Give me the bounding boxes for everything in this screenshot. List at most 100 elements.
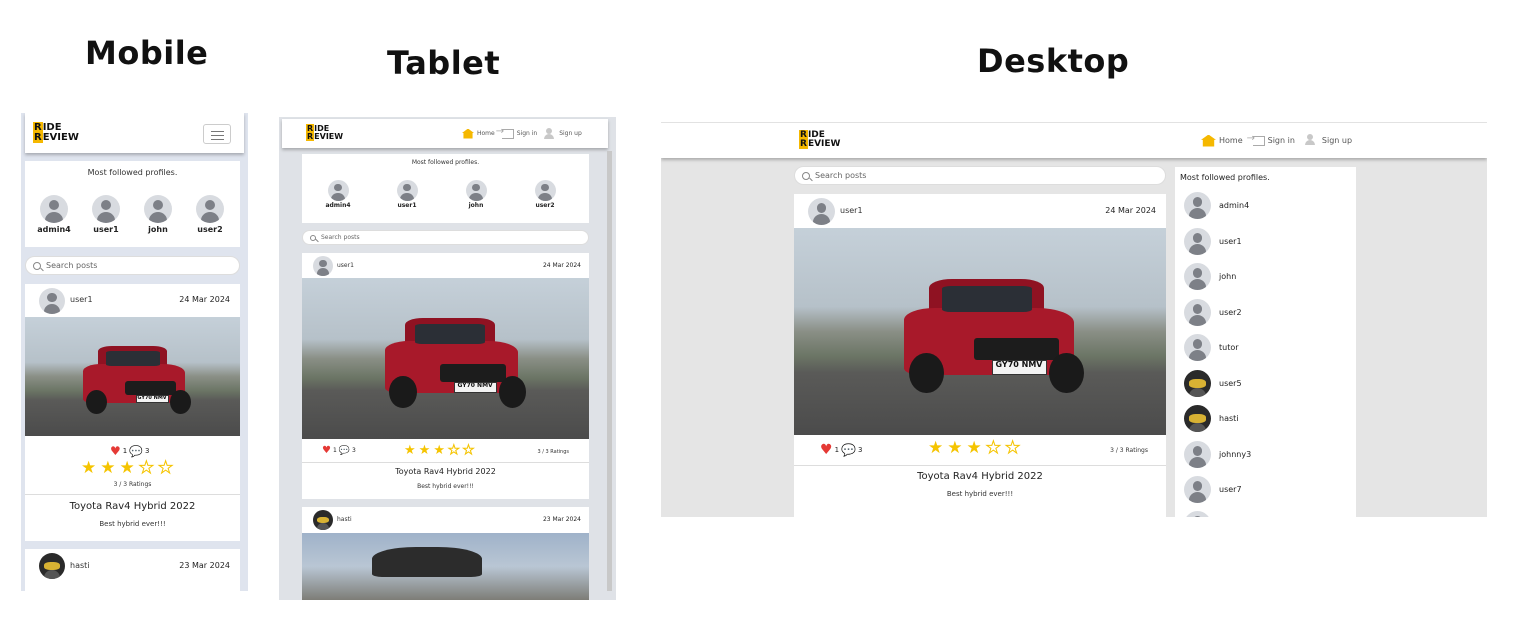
star-icon[interactable]: ★ bbox=[947, 440, 962, 457]
avatar bbox=[396, 180, 418, 201]
owner-avatar[interactable] bbox=[313, 510, 333, 530]
brand-logo[interactable]: RIDE REVIEW bbox=[33, 122, 79, 143]
profile-admin4[interactable]: admin4 bbox=[37, 195, 71, 234]
nav-signin[interactable]: Sign in bbox=[1247, 133, 1295, 146]
like-heart-icon[interactable]: ♥ bbox=[820, 442, 833, 458]
profile-user2[interactable]: user2 bbox=[1184, 299, 1242, 326]
car-image bbox=[372, 547, 482, 577]
post-card: hasti 23 Mar 2024 bbox=[302, 507, 589, 600]
brand-logo[interactable]: RIDE REVIEW bbox=[306, 124, 343, 141]
nav-home[interactable]: Home bbox=[462, 128, 495, 139]
star-icon[interactable]: ★ bbox=[928, 440, 943, 457]
post-card: user1 24 Mar 2024 GY70 NMV ♥ 1 💬 3 ★ ★ ★… bbox=[302, 253, 589, 499]
profile-admin4[interactable]: admin4 bbox=[325, 180, 351, 209]
avatar bbox=[1184, 228, 1211, 255]
search-input[interactable]: Search posts bbox=[794, 166, 1166, 185]
owner-avatar[interactable] bbox=[39, 553, 65, 579]
nav-signup[interactable]: Sign up bbox=[544, 128, 582, 139]
rating-stars[interactable]: ★ ★ ★ ★ ★ bbox=[81, 459, 174, 477]
avatar bbox=[1184, 334, 1211, 361]
star-icon[interactable]: ★ bbox=[462, 444, 475, 458]
post-image[interactable]: GY70 NMV bbox=[25, 317, 240, 436]
profile-partial[interactable] bbox=[1184, 511, 1211, 517]
profile-john[interactable]: john bbox=[464, 180, 488, 209]
post-content: Best hybrid ever!!! bbox=[417, 483, 474, 490]
like-heart-icon[interactable]: ♥ bbox=[322, 445, 331, 456]
post-image[interactable] bbox=[302, 533, 589, 600]
search-input[interactable]: Search posts bbox=[302, 230, 589, 245]
like-heart-icon[interactable]: ♥ bbox=[110, 444, 121, 458]
post-content: Best hybrid ever!!! bbox=[99, 520, 166, 528]
popular-profiles-card: Most followed profiles. admin4 user1 joh… bbox=[302, 154, 589, 223]
popular-profiles-title: Most followed profiles. bbox=[411, 159, 480, 166]
navbar: RIDE REVIEW Home Sign in Sign up bbox=[661, 123, 1487, 158]
profile-user1[interactable]: user1 bbox=[1184, 228, 1242, 255]
profile-admin4[interactable]: admin4 bbox=[1184, 192, 1249, 219]
post-title: Toyota Rav4 Hybrid 2022 bbox=[917, 471, 1043, 482]
star-icon[interactable]: ★ bbox=[967, 440, 982, 457]
profile-user7[interactable]: user7 bbox=[1184, 476, 1242, 503]
profile-tutor[interactable]: tutor bbox=[1184, 334, 1239, 361]
owner-avatar[interactable] bbox=[313, 256, 333, 276]
post-owner[interactable]: user1 bbox=[840, 206, 863, 215]
nav-signin[interactable]: Sign in bbox=[496, 126, 537, 139]
profile-johnny3[interactable]: johnny3 bbox=[1184, 441, 1251, 468]
hamburger-menu-button[interactable] bbox=[203, 124, 231, 144]
star-icon[interactable]: ★ bbox=[447, 444, 460, 458]
star-icon[interactable]: ★ bbox=[157, 459, 173, 477]
star-icon[interactable]: ★ bbox=[404, 444, 416, 457]
comments-icon[interactable]: 💬 bbox=[129, 445, 143, 458]
divider bbox=[25, 494, 240, 495]
star-icon[interactable]: ★ bbox=[120, 460, 135, 477]
profile-user5[interactable]: user5 bbox=[1184, 370, 1242, 397]
rating-stars[interactable]: ★ ★ ★ ★ ★ bbox=[928, 439, 1021, 457]
search-icon bbox=[802, 171, 810, 180]
profile-user1[interactable]: user1 bbox=[395, 180, 419, 209]
nav-signup[interactable]: Sign up bbox=[1304, 134, 1352, 147]
mobile-heading: Mobile bbox=[85, 34, 209, 72]
car-image: GY70 NMV bbox=[874, 238, 1124, 423]
home-icon bbox=[1201, 134, 1216, 147]
nav-home[interactable]: Home bbox=[1201, 134, 1243, 147]
star-icon[interactable]: ★ bbox=[81, 460, 96, 477]
profile-user2[interactable]: user2 bbox=[533, 180, 557, 209]
star-icon[interactable]: ★ bbox=[100, 460, 115, 477]
star-icon[interactable]: ★ bbox=[985, 439, 1001, 457]
avatar bbox=[40, 195, 68, 223]
profile-user1[interactable]: user1 bbox=[91, 195, 121, 234]
profile-user2[interactable]: user2 bbox=[195, 195, 225, 234]
comments-icon[interactable]: 💬 bbox=[339, 446, 350, 456]
popular-profiles-title: Most followed profiles. bbox=[87, 168, 178, 177]
post-owner[interactable]: hasti bbox=[70, 561, 90, 570]
star-icon[interactable]: ★ bbox=[1004, 439, 1020, 457]
search-icon bbox=[310, 234, 316, 241]
desktop-heading: Desktop bbox=[977, 42, 1130, 80]
avatar bbox=[1184, 299, 1211, 326]
post-owner[interactable]: user1 bbox=[337, 262, 354, 269]
post-owner[interactable]: hasti bbox=[337, 516, 352, 523]
owner-avatar[interactable] bbox=[808, 198, 835, 225]
post-image[interactable]: GY70 NMV bbox=[794, 228, 1166, 435]
avatar bbox=[465, 180, 487, 201]
post-image[interactable]: GY70 NMV bbox=[302, 278, 589, 439]
comments-icon[interactable]: 💬 bbox=[841, 443, 856, 457]
star-icon[interactable]: ★ bbox=[419, 444, 431, 457]
search-input[interactable]: Search posts bbox=[25, 256, 240, 275]
owner-avatar[interactable] bbox=[39, 288, 65, 314]
avatar bbox=[1184, 263, 1211, 290]
profile-hasti[interactable]: hasti bbox=[1184, 405, 1239, 432]
rating-stars[interactable]: ★ ★ ★ ★ ★ bbox=[404, 444, 475, 458]
star-icon[interactable]: ★ bbox=[433, 444, 445, 457]
navbar: RIDE REVIEW Home Sign in Sign up bbox=[282, 119, 608, 148]
profile-john[interactable]: john bbox=[143, 195, 173, 234]
star-icon[interactable]: ★ bbox=[138, 459, 154, 477]
post-title: Toyota Rav4 Hybrid 2022 bbox=[395, 467, 496, 476]
popular-profiles-sidebar: Most followed profiles. admin4 user1 joh… bbox=[1175, 167, 1356, 517]
sign-in-icon bbox=[496, 126, 514, 139]
brand-logo[interactable]: RIDE REVIEW bbox=[799, 130, 840, 149]
scrollbar[interactable] bbox=[607, 151, 612, 591]
profile-john[interactable]: john bbox=[1184, 263, 1236, 290]
rating-count: 3 / 3 Ratings bbox=[113, 481, 152, 488]
post-owner[interactable]: user1 bbox=[70, 295, 93, 304]
avatar bbox=[1184, 370, 1211, 397]
